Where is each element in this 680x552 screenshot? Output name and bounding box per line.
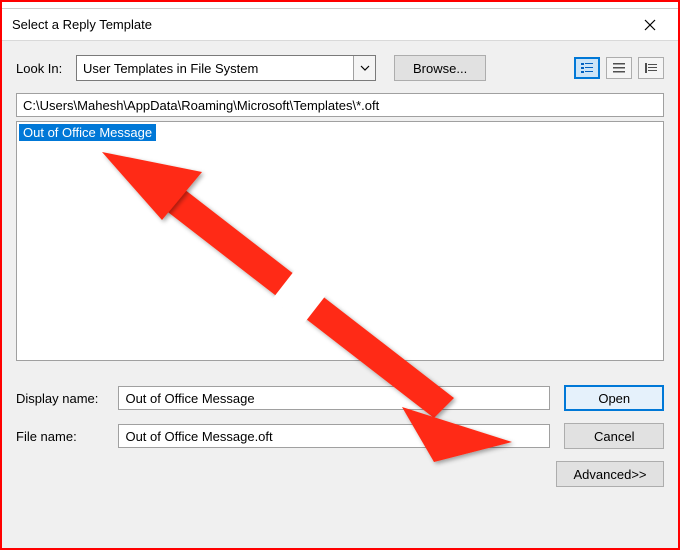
display-name-input[interactable]: [118, 386, 550, 410]
view-large-icons-button[interactable]: [574, 57, 600, 79]
large-icons-view-icon: [580, 62, 594, 74]
file-name-label: File name:: [16, 429, 104, 444]
advanced-button[interactable]: Advanced>>: [556, 461, 664, 487]
view-details-button[interactable]: [638, 57, 664, 79]
file-name-input[interactable]: [118, 424, 550, 448]
browse-button-label: Browse...: [413, 61, 467, 76]
window-title: Select a Reply Template: [12, 17, 152, 32]
display-name-label: Display name:: [16, 391, 104, 406]
file-item-selected[interactable]: Out of Office Message: [19, 124, 156, 141]
path-display[interactable]: C:\Users\Mahesh\AppData\Roaming\Microsof…: [16, 93, 664, 117]
file-list[interactable]: Out of Office Message: [16, 121, 664, 361]
close-button[interactable]: [630, 11, 670, 39]
chevron-down-icon: [353, 56, 375, 80]
browse-button[interactable]: Browse...: [394, 55, 486, 81]
list-view-icon: [612, 62, 626, 74]
open-button-label: Open: [598, 391, 630, 406]
background-window-remnant: [2, 2, 678, 9]
open-button[interactable]: Open: [564, 385, 664, 411]
look-in-label: Look In:: [16, 61, 76, 76]
cancel-button-label: Cancel: [594, 429, 634, 444]
close-icon: [644, 19, 656, 31]
look-in-value: User Templates in File System: [83, 61, 258, 76]
dialog-client-area: Look In: User Templates in File System B…: [2, 41, 678, 548]
path-text: C:\Users\Mahesh\AppData\Roaming\Microsof…: [23, 98, 379, 113]
advanced-button-label: Advanced>>: [574, 467, 647, 482]
look-in-combobox[interactable]: User Templates in File System: [76, 55, 376, 81]
view-list-button[interactable]: [606, 57, 632, 79]
titlebar: Select a Reply Template: [2, 9, 678, 41]
cancel-button[interactable]: Cancel: [564, 423, 664, 449]
details-view-icon: [644, 62, 658, 74]
